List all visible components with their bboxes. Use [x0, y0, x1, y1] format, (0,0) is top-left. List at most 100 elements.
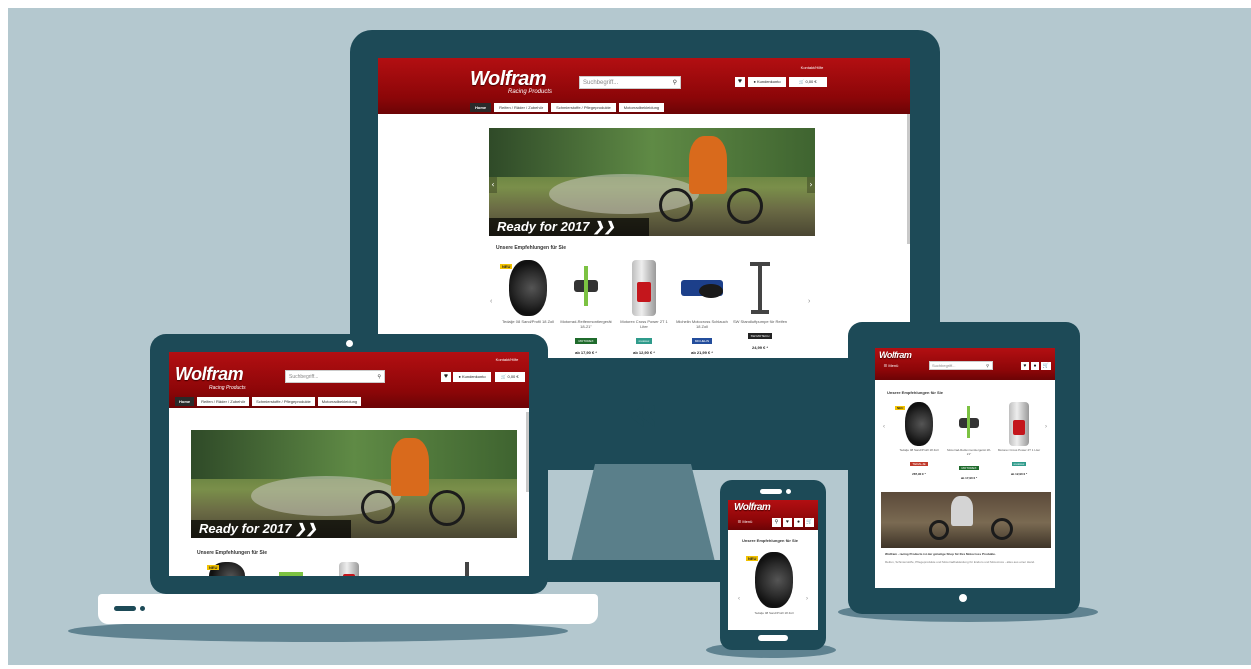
product-card[interactable]: SW Standluftpumpe für Reifen SW-MOTECH 2… [732, 260, 788, 350]
account-label: Kundenkonto [461, 374, 486, 379]
site-logo[interactable]: Wolfram [175, 364, 244, 385]
cart-button[interactable]: 🛒 0,00 € [495, 372, 525, 382]
nav-tires[interactable]: Reifen / Räder / Zubehör [197, 397, 250, 406]
nav-home[interactable]: Home [175, 397, 195, 406]
product-price: 287,90 € * [912, 472, 926, 476]
search-icon[interactable]: ⚲ [986, 362, 989, 369]
hero-wheel-rear [361, 490, 395, 524]
product-image-oil [632, 260, 656, 316]
phone-camera [786, 489, 791, 494]
tablet-home-button[interactable] [959, 594, 967, 602]
wishlist-heart-icon[interactable]: ♥ [441, 372, 451, 382]
product-card[interactable]: NEU Tedalje 08 Sand/Profil 18 Zoll [746, 552, 802, 615]
nav-lubricants[interactable]: Schmierstoffe / Pflegeprodukte [252, 397, 315, 406]
product-name[interactable]: Motorrad-Reifenmontiergerät 18-21" [558, 319, 614, 329]
nav-clothing[interactable]: Motorradbekleidung [317, 397, 362, 406]
main-navigation: Home Reifen / Räder / Zubehör Schmiersto… [175, 397, 529, 406]
product-name[interactable]: Tedalje 08 Sand/Profil 18 Zoll [895, 448, 943, 452]
product-image-pump[interactable] [465, 562, 469, 576]
hero-caption: Ready for 2017 ❯❯ [489, 218, 649, 236]
top-link[interactable]: Kontakt/Hilfe [491, 356, 523, 363]
product-card[interactable]: Motorrad-Reifenmontiergerät 18-21" MOTOR… [558, 260, 614, 355]
menu-button[interactable]: ☰ Menü [732, 518, 758, 526]
brand-logo: MICHELIN [691, 338, 713, 344]
hero-banner[interactable]: Ready for 2017 ❯❯ [191, 430, 517, 538]
cart-button[interactable]: 🛒 0,00 € [789, 77, 827, 87]
search-icon[interactable]: ⚲ [772, 518, 781, 527]
new-badge: NEU [895, 406, 906, 410]
product-image-oil [1009, 402, 1029, 446]
hero-wheel-front [991, 518, 1013, 540]
search-icon[interactable]: ⚲ [673, 77, 677, 88]
site-logo[interactable]: Wolfram [470, 68, 547, 91]
account-button[interactable]: ● Kundenkonto [453, 372, 491, 382]
site-header: Wolfram ☰ Menü ⚲ ♥ ● 🛒 [728, 500, 818, 530]
product-name[interactable]: SW Standluftpumpe für Reifen [732, 319, 788, 324]
cart-icon: 🛒 [799, 79, 805, 84]
account-button[interactable]: ● Kundenkonto [748, 77, 786, 87]
product-card[interactable]: Motorrad-Reifenmontiergerät 18-21" MOTOR… [945, 402, 993, 480]
hero-banner[interactable]: Ready for 2017 ❯❯ ‹ › [489, 128, 815, 236]
scrollbar[interactable] [526, 412, 529, 492]
showcase-background: « Wolfram Racing Products Suchbegriff...… [8, 8, 1251, 665]
recommendations-title: Unsere Empfehlungen für Sie [742, 538, 799, 543]
menu-label: Menü [888, 363, 899, 368]
tablet-body: Reifen, Schmierstoffe, Pflegeprodukte un… [885, 560, 1035, 564]
hero-sky [489, 128, 815, 177]
phone-home-button[interactable] [758, 635, 788, 641]
laptop-base [98, 594, 598, 624]
search-input[interactable]: Suchbegriff... ⚲ [929, 361, 993, 370]
product-name[interactable]: Motorex Cross Power 2T 1 Liter [616, 319, 672, 329]
search-icon[interactable]: ⚲ [377, 371, 381, 382]
hero-prev-arrow[interactable]: ‹ [489, 176, 497, 193]
carousel-next-icon[interactable]: › [1045, 424, 1047, 430]
menu-button[interactable]: ☰ Menü [879, 362, 903, 370]
cart-icon[interactable]: 🛒 [805, 518, 814, 527]
scrollbar[interactable] [907, 114, 910, 244]
recommendations-title: Unsere Empfehlungen für Sie [197, 550, 268, 556]
search-placeholder: Suchbegriff... [583, 80, 619, 86]
nav-lubricants[interactable]: Schmierstoffe / Pflegeprodukte [551, 103, 616, 112]
carousel-next-icon[interactable]: › [806, 596, 808, 602]
user-icon[interactable]: ● [1031, 362, 1039, 370]
phone-screen: Wolfram ☰ Menü ⚲ ♥ ● 🛒 Unsere Empfehlung… [728, 500, 818, 630]
site-logo[interactable]: Wolfram [879, 350, 912, 360]
product-name[interactable]: Michelin Motocross Schlauch 18 Zoll [674, 319, 730, 329]
carousel-prev-icon[interactable]: ‹ [490, 298, 492, 305]
site-logo[interactable]: Wolfram [734, 502, 771, 513]
tablet-photo [881, 492, 1051, 548]
product-price: ab 17,90 € * [575, 350, 597, 355]
search-input[interactable]: Suchbegriff... ⚲ [285, 370, 385, 383]
product-name[interactable]: Motorrad-Reifenmontiergerät 18-21" [945, 448, 993, 456]
nav-home[interactable]: Home [470, 103, 492, 112]
tablet-screen: Wolfram ☰ Menü Suchbegriff... ⚲ ♥ ● 🛒 Un… [875, 348, 1055, 588]
cart-icon[interactable]: 🛒 [1041, 362, 1051, 370]
product-image-stand[interactable] [279, 572, 303, 576]
wishlist-heart-icon[interactable]: ♥ [783, 518, 792, 527]
product-card[interactable]: NEU Tedalje 08 Sand/Profil 18 Zoll 287,9… [500, 260, 556, 341]
product-image-oil[interactable] [339, 562, 359, 576]
product-card[interactable]: Michelin Motocross Schlauch 18 Zoll MICH… [674, 260, 730, 355]
product-name[interactable]: Motorex Cross Power 2T 1 Liter [995, 448, 1043, 452]
nav-tires[interactable]: Reifen / Räder / Zubehör [494, 103, 549, 112]
recommendations-title: Unsere Empfehlungen für Sie [496, 245, 567, 251]
hero-next-arrow[interactable]: › [807, 176, 815, 193]
carousel-next-icon[interactable]: › [808, 298, 810, 305]
carousel-prev-icon[interactable]: ‹ [883, 424, 885, 430]
product-card[interactable]: Motorex Cross Power 2T 1 Liter motorex a… [995, 402, 1043, 476]
product-image-tire [755, 552, 793, 608]
product-name[interactable]: Tedalje 08 Sand/Profil 18 Zoll [746, 611, 802, 615]
brand-logo: MOTOREX [575, 338, 597, 344]
product-name[interactable]: Tedalje 08 Sand/Profil 18 Zoll [500, 319, 556, 324]
top-link[interactable]: Kontakt/Hilfe [798, 64, 826, 71]
wishlist-heart-icon[interactable]: ♥ [735, 77, 745, 87]
user-icon[interactable]: ● [794, 518, 803, 527]
search-input[interactable]: Suchbegriff... ⚲ [579, 76, 681, 89]
product-card[interactable]: Motorex Cross Power 2T 1 Liter motorex a… [616, 260, 672, 355]
new-badge: NEU [207, 565, 220, 570]
product-card[interactable]: NEU Tedalje 08 Sand/Profil 18 Zoll TEDAL… [895, 402, 943, 476]
carousel-prev-icon[interactable]: ‹ [738, 596, 740, 602]
nav-clothing[interactable]: Motorradbekleidung [618, 103, 665, 112]
wishlist-heart-icon[interactable]: ♥ [1021, 362, 1029, 370]
hero-wheel-rear [929, 520, 949, 540]
